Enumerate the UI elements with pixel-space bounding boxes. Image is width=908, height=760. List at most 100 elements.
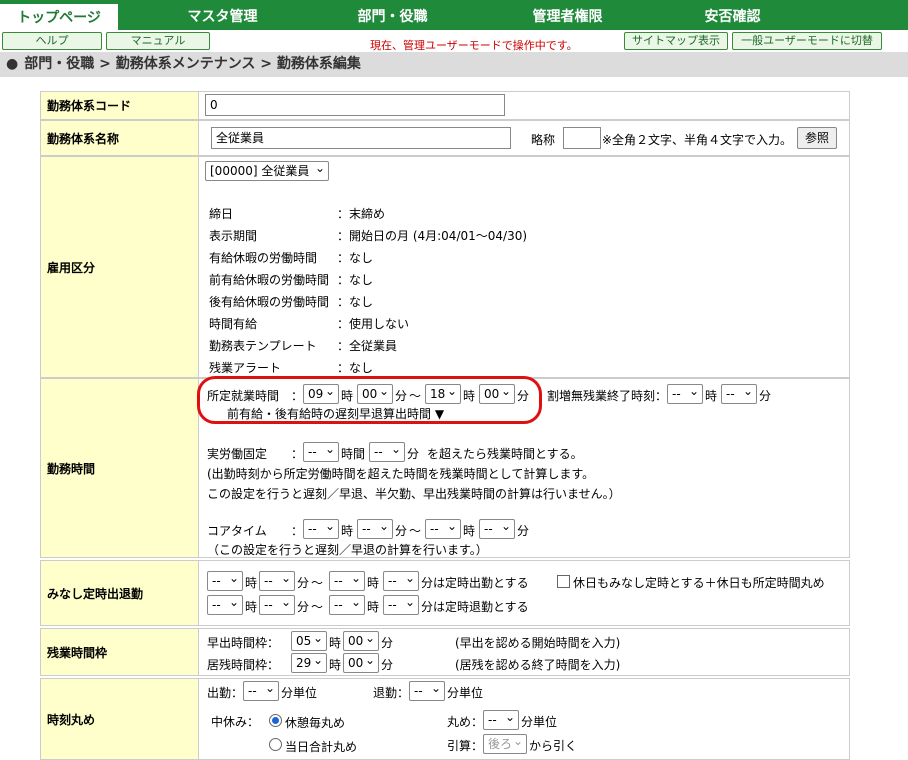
colon-text: ：: [291, 447, 304, 461]
late-hour-select[interactable]: 29: [291, 651, 327, 673]
core-start-hour-select[interactable]: --: [303, 517, 339, 539]
clock-out-round-select[interactable]: --: [409, 679, 445, 701]
extra-minute-select[interactable]: --: [721, 382, 757, 404]
clock-in-label: 出勤：: [207, 686, 244, 700]
deemed-in-start-hour[interactable]: --: [207, 569, 243, 591]
switch-mode-button[interactable]: 一般ユーザーモードに切替: [732, 32, 882, 50]
actual-hour-select[interactable]: --: [303, 440, 339, 462]
row-name: 勤務体系名称 全従業員 略称 ※全角２文字、半角４文字で入力。 参照: [40, 120, 850, 156]
deemed-out-end-hour[interactable]: --: [329, 593, 365, 615]
minute-unit: 分: [297, 576, 310, 590]
clock-in-round-select[interactable]: --: [243, 679, 279, 701]
tilde-text: 〜: [311, 576, 324, 590]
actual-minute-select[interactable]: --: [369, 440, 405, 462]
minute-unit: 分: [381, 658, 394, 672]
deemed-out-start-minute[interactable]: --: [259, 593, 295, 615]
break-each-radio[interactable]: [269, 714, 282, 727]
info-value: ：開始日の月 (4月:04/01〜04/30): [337, 229, 528, 243]
row-deemed-time: みなし定時出退勤 -- 時 -- 分 〜 -- 時 -- 分は定時出勤とする 休…: [40, 560, 850, 626]
bullet-icon: ●: [6, 56, 19, 72]
subtract-select[interactable]: 後ろ: [483, 732, 527, 754]
tab-department[interactable]: 部門・役職: [330, 0, 455, 30]
highlight-annotation: [197, 376, 542, 424]
break-each-label: 休憩毎丸め: [285, 716, 346, 730]
early-minute-select[interactable]: 00: [343, 629, 379, 651]
employment-select[interactable]: [00000] 全従業員: [205, 159, 329, 181]
tilde-text: 〜: [409, 524, 422, 538]
core-end-minute-select[interactable]: --: [479, 517, 515, 539]
deemed-in-end-hour[interactable]: --: [329, 569, 365, 591]
core-end-hour-select[interactable]: --: [425, 517, 461, 539]
deemed-out-start-hour[interactable]: --: [207, 593, 243, 615]
minute-unit: 分: [381, 636, 394, 650]
subtract-label: 引算：: [447, 739, 484, 753]
unit-label: 分単位: [281, 686, 318, 700]
hour-unit: 時: [245, 576, 258, 590]
info-key: 前有給休暇の労働時間: [209, 273, 330, 287]
hour-unit: 時間: [341, 447, 366, 461]
help-button[interactable]: ヘルプ: [2, 32, 102, 50]
info-value: ：なし: [337, 251, 374, 265]
info-value: ：なし: [337, 361, 374, 375]
info-key: 勤務表テンプレート: [209, 339, 317, 353]
deemed-out-end-minute[interactable]: --: [383, 593, 419, 615]
holiday-deemed-checkbox[interactable]: [557, 575, 570, 588]
info-key: 時間有給: [209, 317, 258, 331]
actual-note-line1: (出勤時刻から所定労働時間を超えた時間を残業時間として計算します。: [207, 467, 595, 481]
minute-unit: 分: [395, 524, 408, 538]
early-note: (早出を認める開始時間を入力): [455, 636, 621, 650]
core-start-minute-select[interactable]: --: [357, 517, 393, 539]
sub-toolbar: ヘルプ マニュアル 現在、管理ユーザーモードで操作中です。 サイトマップ表示 一…: [0, 30, 908, 52]
hour-unit: 時: [329, 658, 342, 672]
hour-unit: 時: [367, 600, 380, 614]
breadcrumb-text: 部門・役職 > 勤務体系メンテナンス > 勤務体系編集: [24, 56, 361, 72]
minute-unit: 分: [297, 600, 310, 614]
actual-fixed-label: 実労働固定: [207, 447, 268, 461]
tab-master[interactable]: マスタ管理: [160, 0, 285, 30]
abbr-label: 略称: [531, 133, 556, 147]
employment-label: 雇用区分: [41, 157, 199, 377]
info-key: 締日: [209, 207, 234, 221]
abbr-note: ※全角２文字、半角４文字で入力。: [602, 133, 793, 147]
sitemap-button[interactable]: サイトマップ表示: [624, 32, 728, 50]
info-key: 残業アラート: [209, 361, 282, 375]
row-rounding: 時刻丸め 出勤： -- 分単位 退勤： -- 分単位 中休み： 休憩毎丸め 丸め…: [40, 678, 850, 760]
deemed-out-note: 分は定時退勤とする: [421, 600, 529, 614]
core-note: （この設定を行うと遅刻／早退の計算を行います。）: [207, 543, 488, 557]
info-value: ：なし: [337, 295, 374, 309]
extra-hour-select[interactable]: --: [667, 382, 703, 404]
overtime-frame-label: 残業時間枠: [41, 629, 199, 675]
colon-text: ：: [291, 524, 304, 538]
breadcrumb: ● 部門・役職 > 勤務体系メンテナンス > 勤務体系編集: [0, 52, 908, 77]
deemed-in-start-minute[interactable]: --: [259, 569, 295, 591]
subtract-note: から引く: [529, 739, 578, 753]
info-value: ：なし: [337, 273, 374, 287]
abbr-input[interactable]: [563, 127, 601, 149]
name-label: 勤務体系名称: [41, 121, 199, 155]
early-hour-select[interactable]: 05: [291, 629, 327, 651]
hour-unit: 時: [245, 600, 258, 614]
tilde-text: 〜: [311, 600, 324, 614]
late-note: (居残を認める終了時間を入力): [455, 658, 621, 672]
info-key: 後有給休暇の労働時間: [209, 295, 330, 309]
tab-top-page[interactable]: トップページ: [0, 0, 118, 30]
hour-unit: 時: [341, 524, 354, 538]
rounding-label: 時刻丸め: [41, 679, 199, 759]
hour-unit: 時: [705, 389, 718, 403]
break-label: 中休み：: [211, 715, 260, 729]
work-time-label: 勤務時間: [41, 379, 199, 557]
late-minute-select[interactable]: 00: [343, 651, 379, 673]
employment-info: [00000] 全従業員 締日 ：末締め 表示期間 ：開始日の月 (4月:04/…: [201, 157, 849, 377]
break-total-label: 当日合計丸め: [285, 740, 358, 754]
manual-button[interactable]: マニュアル: [106, 32, 210, 50]
name-input[interactable]: 全従業員: [211, 127, 511, 149]
holiday-deemed-label: 休日もみなし定時とする＋休日も所定時間丸め: [573, 576, 825, 590]
deemed-in-note: 分は定時出勤とする: [421, 576, 529, 590]
reference-button[interactable]: 参照: [797, 127, 837, 149]
break-total-radio[interactable]: [269, 738, 282, 751]
break-round-select[interactable]: --: [483, 708, 519, 730]
deemed-in-end-minute[interactable]: --: [383, 569, 419, 591]
tab-admin[interactable]: 管理者権限: [505, 0, 630, 30]
tab-safety[interactable]: 安否確認: [670, 0, 795, 30]
code-input[interactable]: 0: [205, 94, 505, 116]
